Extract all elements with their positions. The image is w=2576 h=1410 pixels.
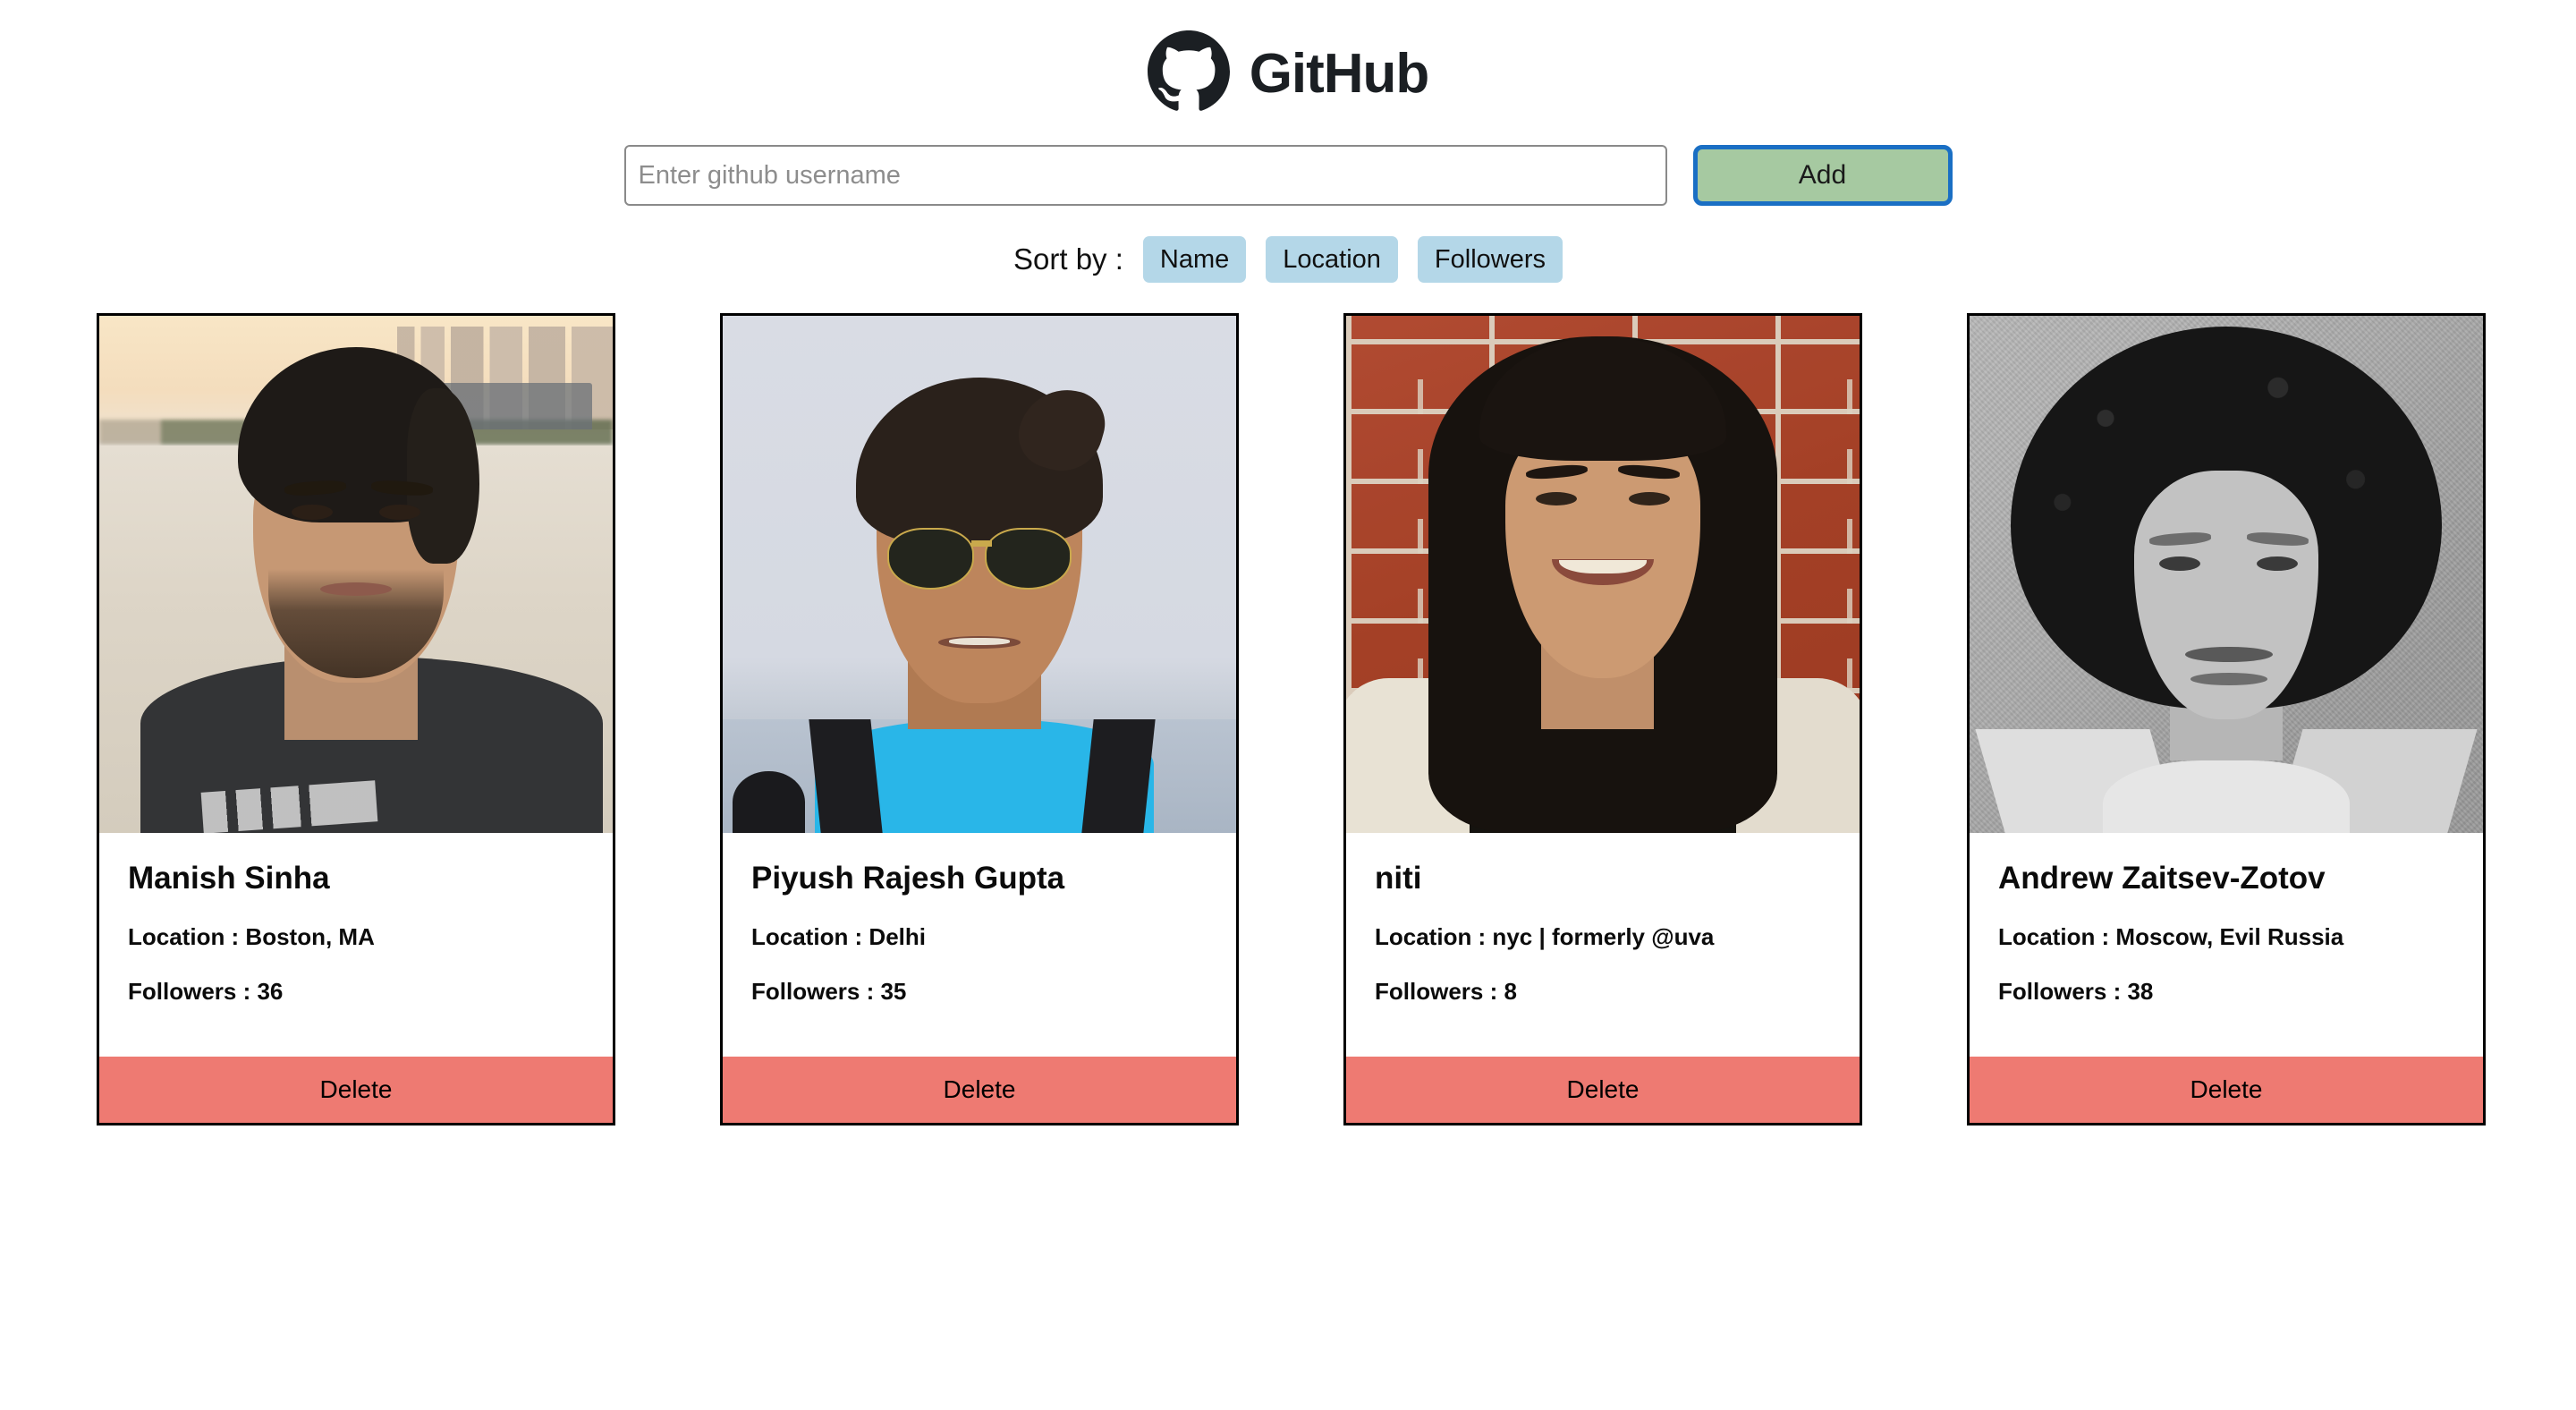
user-card-body: Andrew Zaitsev-Zotov Location : Moscow, … xyxy=(1970,833,2483,1057)
user-card-body: niti Location : nyc | formerly @uva Foll… xyxy=(1346,833,1860,1057)
brand-title: GitHub xyxy=(1249,43,1430,105)
delete-button[interactable]: Delete xyxy=(1346,1057,1860,1123)
sort-controls: Sort by : Name Location Followers xyxy=(0,236,2576,283)
user-name: Manish Sinha xyxy=(128,861,330,896)
user-card: Andrew Zaitsev-Zotov Location : Moscow, … xyxy=(1967,313,2486,1125)
user-name: niti xyxy=(1375,861,1422,896)
github-octocat-icon xyxy=(1147,30,1230,113)
delete-button[interactable]: Delete xyxy=(723,1057,1236,1123)
user-name: Andrew Zaitsev-Zotov xyxy=(1998,861,2326,896)
user-avatar-image xyxy=(1346,316,1860,833)
user-followers: Followers : 36 xyxy=(128,978,284,1006)
user-followers: Followers : 35 xyxy=(751,978,907,1006)
user-card-grid: Manish Sinha Location : Boston, MA Follo… xyxy=(0,313,2576,1125)
username-input[interactable] xyxy=(623,145,1667,206)
user-card-body: Piyush Rajesh Gupta Location : Delhi Fol… xyxy=(723,833,1236,1057)
sort-by-followers-button[interactable]: Followers xyxy=(1417,236,1563,283)
user-avatar-image xyxy=(1970,316,2483,833)
user-location: Location : Boston, MA xyxy=(128,923,375,950)
user-location: Location : Delhi xyxy=(751,923,926,950)
app-header: GitHub xyxy=(0,0,2576,113)
app-root: GitHub Add Sort by : Name Location Follo… xyxy=(0,0,2576,1410)
delete-button[interactable]: Delete xyxy=(1970,1057,2483,1123)
user-card: Manish Sinha Location : Boston, MA Follo… xyxy=(97,313,615,1125)
user-location: Location : nyc | formerly @uva xyxy=(1375,923,1715,950)
user-card: niti Location : nyc | formerly @uva Foll… xyxy=(1343,313,1862,1125)
add-button[interactable]: Add xyxy=(1692,145,1953,206)
user-card-body: Manish Sinha Location : Boston, MA Follo… xyxy=(99,833,613,1057)
user-card: Piyush Rajesh Gupta Location : Delhi Fol… xyxy=(720,313,1239,1125)
add-user-form: Add xyxy=(0,145,2576,206)
user-avatar-image xyxy=(99,316,613,833)
user-location: Location : Moscow, Evil Russia xyxy=(1998,923,2344,950)
sort-by-name-button[interactable]: Name xyxy=(1142,236,1247,283)
user-avatar-image xyxy=(723,316,1236,833)
user-followers: Followers : 38 xyxy=(1998,978,2154,1006)
delete-button[interactable]: Delete xyxy=(99,1057,613,1123)
user-name: Piyush Rajesh Gupta xyxy=(751,861,1065,896)
sort-by-label: Sort by : xyxy=(1013,242,1123,276)
user-followers: Followers : 8 xyxy=(1375,978,1517,1006)
sort-by-location-button[interactable]: Location xyxy=(1266,236,1398,283)
